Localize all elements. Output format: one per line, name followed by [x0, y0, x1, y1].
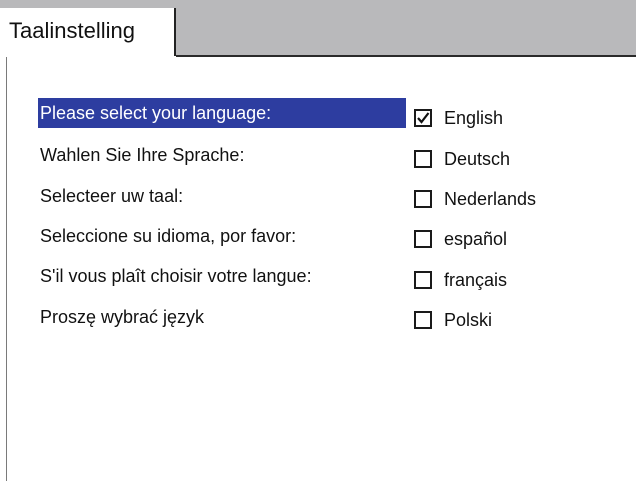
polski-label: Polski [444, 309, 493, 330]
language-option-polish[interactable]: Polski [414, 308, 492, 332]
espanol-label: español [444, 228, 508, 249]
prompt-spanish[interactable]: Seleccione su idioma, por favor: [40, 221, 296, 251]
language-option-french[interactable]: français [414, 268, 507, 292]
content-border [6, 57, 7, 481]
prompt-polish[interactable]: Proszę wybrać język [40, 302, 204, 332]
deutsch-label: Deutsch [444, 148, 511, 169]
tab-bar: Taalinstelling [0, 0, 636, 56]
espanol-checkbox[interactable] [414, 230, 432, 248]
prompt-dutch[interactable]: Selecteer uw taal: [40, 181, 183, 211]
checkmark-icon [417, 112, 430, 124]
english-checkbox[interactable] [414, 109, 432, 127]
language-option-german[interactable]: Deutsch [414, 147, 510, 171]
francais-checkbox[interactable] [414, 271, 432, 289]
tab-label: Taalinstelling [9, 18, 135, 43]
nederlands-checkbox[interactable] [414, 190, 432, 208]
tab-divider [176, 55, 636, 57]
francais-label: français [444, 269, 508, 290]
prompt-german[interactable]: Wahlen Sie Ihre Sprache: [40, 140, 244, 170]
nederlands-label: Nederlands [444, 188, 537, 209]
polski-checkbox[interactable] [414, 311, 432, 329]
prompt-english[interactable]: Please select your language: [38, 98, 406, 128]
english-label: English [444, 107, 504, 128]
deutsch-checkbox[interactable] [414, 150, 432, 168]
language-option-english[interactable]: English [414, 106, 503, 130]
language-settings-window: Taalinstelling Please select your langua… [0, 0, 636, 481]
language-option-spanish[interactable]: español [414, 227, 507, 251]
language-option-dutch[interactable]: Nederlands [414, 187, 536, 211]
prompt-french[interactable]: S'il vous plaît choisir votre langue: [40, 261, 312, 291]
tab-taalinstelling[interactable]: Taalinstelling [0, 8, 176, 56]
